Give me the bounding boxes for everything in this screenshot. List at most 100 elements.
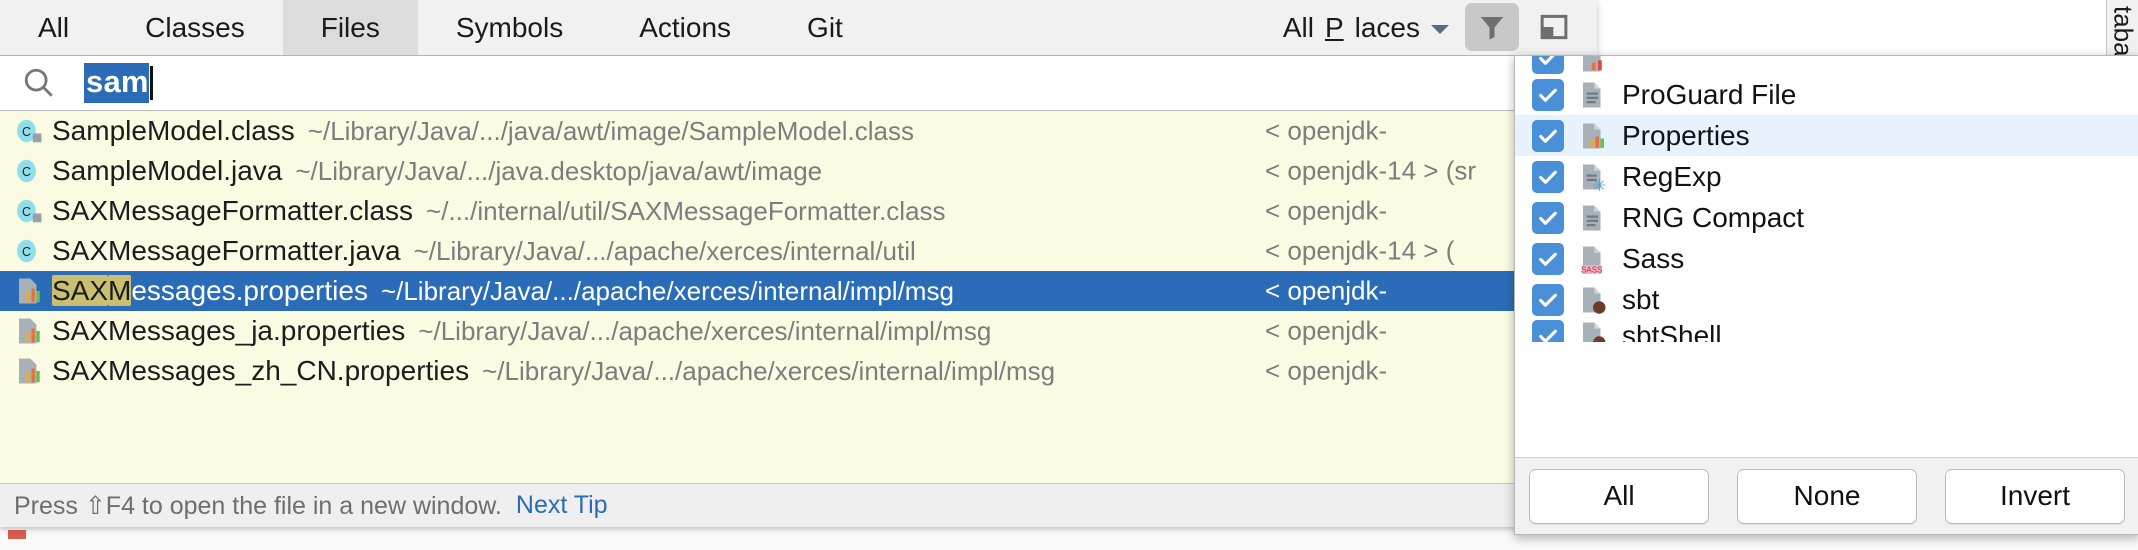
properties-file-icon <box>1583 123 1604 148</box>
search-results-list[interactable]: C SampleModel.class ~/Library/Java/.../j… <box>0 110 1597 501</box>
invert-selection-button[interactable]: Invert <box>1945 468 2125 524</box>
table-row[interactable]: SAXMessages_zh_CN.properties ~/Library/J… <box>0 351 1597 391</box>
scope-label-suffix: laces <box>1354 11 1420 43</box>
tab-all[interactable]: All <box>0 0 107 55</box>
svg-text:C: C <box>22 245 31 259</box>
search-input-value: sam <box>86 64 149 99</box>
checkbox-checked-icon[interactable] <box>1532 119 1564 152</box>
svg-text:C: C <box>22 205 31 219</box>
text-caret <box>149 66 153 100</box>
list-item-label: Properties <box>1622 119 1750 151</box>
file-type-list[interactable]: ProGuard File Properties ✳ RegExp RNG Co… <box>1515 56 2138 458</box>
result-module: < openjdk-14 > (sr <box>1265 155 1477 186</box>
filter-button[interactable] <box>1465 3 1519 51</box>
checkbox-checked-icon[interactable] <box>1532 160 1564 193</box>
search-input[interactable]: sam <box>84 63 149 103</box>
result-name: SampleModel.java <box>52 155 283 186</box>
list-item[interactable]: ✳ RegExp <box>1515 156 2138 197</box>
result-name: SAXMessageFormatter.class <box>52 195 414 226</box>
sbt-shell-file-icon <box>1583 322 1606 342</box>
next-tip-link[interactable]: Next Tip <box>516 491 608 520</box>
svg-text:C: C <box>22 125 31 139</box>
result-module: < openjdk- <box>1265 355 1388 386</box>
result-module: < openjdk- <box>1265 115 1388 146</box>
result-path: ~/Library/Java/.../apache/xerces/interna… <box>413 235 916 266</box>
search-icon <box>24 68 53 97</box>
java-class-file-icon: C <box>17 159 36 183</box>
tab-classes[interactable]: Classes <box>107 0 283 55</box>
checkbox-checked-icon[interactable] <box>1532 56 1564 74</box>
scope-selector[interactable]: All Places <box>1283 0 1459 55</box>
select-all-button[interactable]: All <box>1529 468 1709 524</box>
table-row[interactable]: C SampleModel.java ~/Library/Java/.../ja… <box>0 151 1597 191</box>
table-row[interactable]: C SAXMessageFormatter.class ~/.../intern… <box>0 191 1597 231</box>
properties-file-icon <box>19 278 40 304</box>
checkbox-checked-icon[interactable] <box>1532 320 1564 342</box>
result-module: < openjdk-14 > ( <box>1265 235 1455 266</box>
java-class-file-icon: C <box>17 119 42 143</box>
chevron-down-icon <box>1431 25 1449 34</box>
result-path: ~/.../internal/util/SAXMessageFormatter.… <box>426 195 946 226</box>
regexp-file-icon: ✳ <box>1583 164 1606 192</box>
filter-popup-buttons: All None Invert <box>1515 457 2138 534</box>
checkbox-checked-icon[interactable] <box>1532 242 1564 275</box>
file-type-filter-popup: ProGuard File Properties ✳ RegExp RNG Co… <box>1514 55 2138 535</box>
scope-label-mnemonic: P <box>1324 11 1344 43</box>
filter-funnel-icon <box>1480 17 1504 40</box>
result-name-match-2: M <box>108 275 132 306</box>
list-item-label: RNG Compact <box>1622 201 1805 233</box>
list-item[interactable]: ProGuard File <box>1515 74 2138 115</box>
preview-toggle-button[interactable] <box>1527 3 1581 51</box>
result-path: ~/Library/Java/.../apache/xerces/interna… <box>380 275 954 306</box>
list-item[interactable]: sbtShell <box>1515 320 2138 342</box>
java-class-file-icon: C <box>17 239 36 263</box>
tab-actions[interactable]: Actions <box>601 0 769 55</box>
list-item-label: ProGuard File <box>1622 78 1797 110</box>
java-class-file-icon: C <box>17 199 42 223</box>
svg-text:✳: ✳ <box>1592 176 1606 191</box>
list-item-label: sbt <box>1622 283 1660 315</box>
table-row[interactable]: C SAXMessageFormatter.java ~/Library/Jav… <box>0 231 1597 271</box>
sbt-file-icon <box>1583 287 1606 314</box>
checkbox-checked-icon[interactable] <box>1532 201 1564 234</box>
preview-panel-icon <box>1540 14 1568 40</box>
result-module: < openjdk- <box>1265 275 1388 306</box>
svg-text:SASS: SASS <box>1581 265 1602 274</box>
result-name: SAXMessages_zh_CN.properties <box>52 355 470 386</box>
result-name: SAXMessages.properties <box>52 275 368 307</box>
list-item[interactable]: RNG Compact <box>1515 197 2138 238</box>
search-everywhere-tab-bar: All Classes Files Symbols Actions Git Al… <box>0 0 1597 56</box>
result-name: SAXMessages_ja.properties <box>52 315 406 346</box>
search-everywhere-dialog: All Classes Files Symbols Actions Git Al… <box>0 0 1597 527</box>
result-path: ~/Library/Java/.../java/awt/image/Sample… <box>307 115 914 146</box>
tab-symbols[interactable]: Symbols <box>418 0 601 55</box>
search-field-row[interactable]: sam <box>0 56 1597 110</box>
result-name-match: SAX <box>52 275 109 306</box>
table-row[interactable]: SAXMessages_ja.properties ~/Library/Java… <box>0 311 1597 351</box>
checkbox-checked-icon[interactable] <box>1532 78 1564 111</box>
list-item[interactable]: SASS Sass <box>1515 238 2138 279</box>
ide-editor-background <box>1597 0 2106 58</box>
list-item-label: RegExp <box>1622 160 1722 192</box>
toolbar-end-gap <box>1583 0 1597 55</box>
table-row-selected[interactable]: SAXMessages.properties ~/Library/Java/..… <box>0 271 1597 311</box>
tab-files[interactable]: Files <box>282 0 418 55</box>
result-path: ~/Library/Java/.../java.desktop/java/awt… <box>295 155 823 186</box>
screen-root: tabas All Classes Files Symbols Actions … <box>0 0 2138 550</box>
tab-git[interactable]: Git <box>769 0 881 55</box>
table-row[interactable]: C SampleModel.class ~/Library/Java/.../j… <box>0 111 1597 151</box>
proguard-file-icon <box>1583 82 1601 107</box>
list-item[interactable]: sbt <box>1515 279 2138 320</box>
sass-file-icon: SASS <box>1581 246 1602 274</box>
properties-file-icon <box>19 318 40 344</box>
properties-file-icon <box>1583 56 1602 72</box>
result-module: < openjdk- <box>1265 315 1388 346</box>
result-path: ~/Library/Java/.../apache/xerces/interna… <box>418 315 992 346</box>
list-item-highlighted[interactable]: Properties <box>1515 115 2138 156</box>
select-none-button[interactable]: None <box>1737 468 1917 524</box>
list-item[interactable] <box>1515 56 2138 74</box>
checkbox-checked-icon[interactable] <box>1532 283 1564 316</box>
scope-label-prefix: All <box>1282 11 1314 43</box>
result-module: < openjdk- <box>1265 195 1388 226</box>
list-item-label: Sass <box>1622 242 1685 274</box>
